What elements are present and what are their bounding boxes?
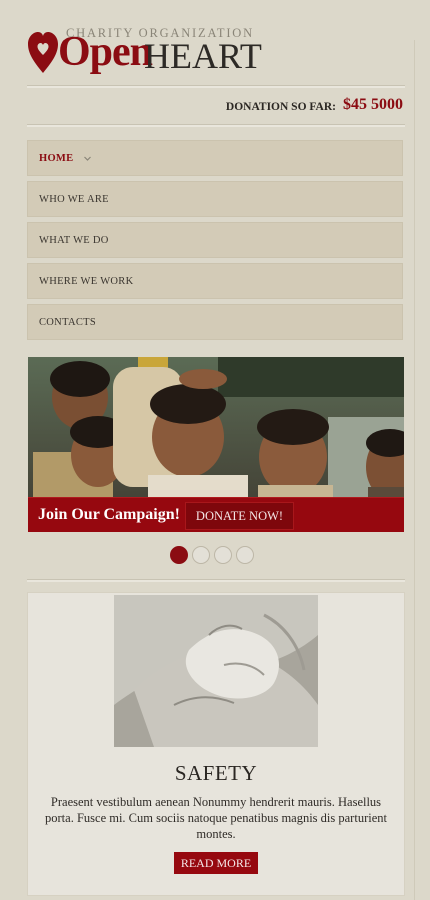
nav-item-label: WHO WE ARE	[39, 193, 109, 205]
edge-divider	[414, 40, 415, 900]
donation-label: DONATION SO FAR:	[225, 101, 336, 113]
campaign-banner: Join Our Campaign! DONATE NOW!	[28, 497, 404, 532]
article-title: SAFETY	[174, 761, 258, 785]
nav-item-label: CONTACTS	[39, 316, 96, 328]
campaign-slider[interactable]: Join Our Campaign! DONATE NOW!	[28, 357, 404, 532]
nav-item-label: WHAT WE DO	[39, 234, 109, 246]
logo-open-text: Open	[58, 29, 153, 75]
hands-photo	[114, 595, 318, 747]
nav-item-what-we-do[interactable]: WHAT WE DO	[27, 222, 403, 258]
read-more-button[interactable]: READ MORE	[174, 852, 258, 874]
slider-dot-2[interactable]	[192, 546, 210, 564]
nav-item-who-we-are[interactable]: WHO WE ARE	[27, 181, 403, 217]
donate-now-button[interactable]: DONATE NOW!	[185, 502, 294, 530]
nav-item-home[interactable]: HOME	[27, 140, 403, 176]
article-text: Praesent vestibulum aenean Nonummy hendr…	[45, 795, 387, 841]
nav-item-where-we-work[interactable]: WHERE WE WORK	[27, 263, 403, 299]
content-divider	[27, 579, 405, 582]
slider-pagination	[170, 546, 254, 564]
page: CHARITY ORGANIZATION Open HEART DONATION…	[0, 0, 430, 900]
nav-item-contacts[interactable]: CONTACTS	[27, 304, 403, 340]
slider-dot-3[interactable]	[214, 546, 232, 564]
heart-icon	[28, 32, 58, 73]
donation-amount: $45 5000	[343, 96, 403, 113]
slider-dot-1[interactable]	[170, 546, 188, 564]
header-divider	[27, 85, 405, 88]
chevron-down-icon	[84, 156, 92, 161]
main-nav: HOME WHO WE ARE WHAT WE DO WHERE WE WORK…	[27, 140, 403, 345]
nav-item-label: HOME	[39, 152, 74, 164]
article-card: SAFETY Praesent vestibulum aenean Nonumm…	[27, 592, 405, 896]
article-image	[114, 595, 318, 747]
logo-heart-text: HEART	[144, 36, 262, 76]
slider-dot-4[interactable]	[236, 546, 254, 564]
campaign-banner-text: Join Our Campaign!	[38, 506, 180, 523]
nav-item-label: WHERE WE WORK	[39, 275, 134, 287]
nav-divider	[27, 124, 405, 127]
